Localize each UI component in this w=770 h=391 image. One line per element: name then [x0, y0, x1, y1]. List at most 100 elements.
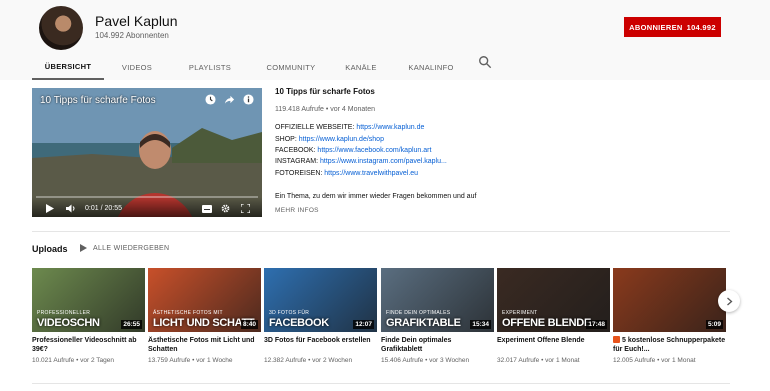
fullscreen-icon[interactable] — [241, 204, 250, 213]
video-title[interactable]: Ästhetische Fotos mit Licht und Schatten — [148, 336, 261, 354]
subtitles-icon[interactable] — [202, 205, 212, 213]
thumbnail-text: LICHT UND SCHATT — [153, 317, 255, 329]
video-meta: 15.406 Aufrufe • vor 3 Wochen — [381, 357, 470, 364]
play-all-button[interactable]: ALLE WIEDERGEBEN — [80, 244, 169, 252]
progress-bar[interactable] — [36, 196, 258, 198]
tab-videos[interactable]: VIDEOS — [104, 54, 170, 80]
video-thumbnail[interactable]: 5:09 — [613, 268, 726, 332]
video-duration: 5:09 — [705, 320, 723, 329]
video-title[interactable]: Experiment Offene Blende — [497, 336, 610, 354]
video-thumbnail[interactable]: PROFESSIONELLER VIDEOSCHN 26:55 — [32, 268, 145, 332]
channel-name: Pavel Kaplun — [95, 13, 178, 29]
video-card[interactable]: 5:09 5 kostenlose Schnupperpakete für Euc… — [613, 268, 726, 364]
more-info-link[interactable]: MEHR INFOS — [275, 207, 319, 214]
line-label: INSTAGRAM: — [275, 158, 319, 165]
video-title-text: Professioneller Videoschnitt ab 39€? — [32, 337, 137, 353]
player-time: 0:01 / 20:55 — [85, 205, 122, 212]
subscribe-count: 104.992 — [686, 22, 716, 32]
description-line-travel: FOTOREISEN: https://www.travelwithpavel.… — [275, 170, 418, 177]
featured-video-player[interactable]: 10 Tipps für scharfe Fotos 0:01 / 20:55 — [32, 88, 262, 217]
thumbnail-text: OFFENE BLENDE — [502, 317, 591, 329]
tab-playlists[interactable]: PLAYLISTS — [170, 54, 250, 80]
thumbnail-subtitle: FINDE DEIN OPTIMALES — [386, 310, 451, 316]
description-text: Ein Thema, zu dem wir immer wieder Frage… — [275, 193, 477, 200]
channel-tabs: ÜBERSICHT VIDEOS PLAYLISTS COMMUNITY KANÄLE… — [32, 54, 472, 80]
video-meta: 32.017 Aufrufe • vor 1 Monat — [497, 357, 580, 364]
instagram-link[interactable]: https://www.instagram.com/pavel.kaplu... — [320, 158, 447, 165]
play-all-label: ALLE WIEDERGEBEN — [93, 244, 170, 252]
thumbnail-text: FACEBOOK — [269, 317, 329, 329]
video-title-text: 3D Fotos für Facebook erstellen — [264, 337, 371, 344]
video-title-text: Finde Dein optimales Grafiktablett — [381, 337, 452, 353]
video-card[interactable]: 3D FOTOS FÜR FACEBOOK 12:07 3D Fotos für Fa… — [264, 268, 377, 364]
video-thumbnail[interactable]: FINDE DEIN OPTIMALES GRAFIKTABLE 15:34 — [381, 268, 494, 332]
tab-community[interactable]: COMMUNITY — [250, 54, 332, 80]
line-label: FOTOREISEN: — [275, 170, 323, 177]
settings-gear-icon[interactable] — [221, 204, 230, 213]
video-card[interactable]: FINDE DEIN OPTIMALES GRAFIKTABLE 15:34 Find… — [381, 268, 494, 364]
chevron-right-icon — [726, 297, 732, 305]
section-divider — [32, 383, 730, 384]
shop-link[interactable]: https://www.kaplun.de/shop — [299, 136, 384, 143]
featured-overlay-title: 10 Tipps für scharfe Fotos — [40, 95, 156, 106]
video-duration: 26:55 — [121, 320, 142, 329]
video-duration: 15:34 — [470, 320, 491, 329]
tab-channels[interactable]: KANÄLE — [332, 54, 390, 80]
video-title[interactable]: Finde Dein optimales Grafiktablett — [381, 336, 494, 354]
search-icon[interactable] — [478, 55, 492, 69]
channel-header: Pavel Kaplun 104.992 Abonnenten ABONNIER… — [0, 0, 770, 80]
facebook-link[interactable]: https://www.facebook.com/kaplun.art — [317, 147, 431, 154]
video-title-text: 5 kostenlose Schnupperpakete für Euch!..… — [613, 337, 726, 353]
featured-video-meta: 119.418 Aufrufe • vor 4 Monaten — [275, 106, 375, 113]
video-duration: 8:40 — [240, 320, 258, 329]
video-meta: 12.005 Aufrufe • vor 1 Monat — [613, 357, 696, 364]
subscribe-button[interactable]: ABONNIEREN 104.992 — [624, 17, 721, 37]
thumbnail-subtitle: 3D FOTOS FÜR — [269, 310, 310, 316]
description-line-website: OFFIZIELLE WEBSEITE: https://www.kaplun.… — [275, 124, 424, 131]
video-title-text: Ästhetische Fotos mit Licht und Schatten — [148, 337, 255, 353]
line-label: SHOP: — [275, 136, 297, 143]
video-title[interactable]: 5 kostenlose Schnupperpakete für Euch!..… — [613, 336, 726, 354]
description-line-facebook: FACEBOOK: https://www.facebook.com/kaplu… — [275, 147, 431, 154]
info-icon[interactable] — [243, 94, 254, 105]
gift-icon — [613, 336, 620, 343]
section-divider — [32, 231, 730, 232]
share-icon[interactable] — [224, 94, 235, 105]
description-line-shop: SHOP: https://www.kaplun.de/shop — [275, 136, 384, 143]
volume-icon[interactable] — [66, 204, 77, 213]
subscribe-label: ABONNIEREN — [629, 22, 683, 32]
play-icon[interactable] — [46, 204, 54, 213]
video-meta: 10.021 Aufrufe • vor 2 Tagen — [32, 357, 115, 364]
watch-later-icon[interactable] — [205, 94, 216, 105]
website-link[interactable]: https://www.kaplun.de — [356, 124, 424, 131]
video-card[interactable]: ÄSTHETISCHE FOTOS MIT LICHT UND SCHATT 8:4… — [148, 268, 261, 364]
video-thumbnail[interactable]: 3D FOTOS FÜR FACEBOOK 12:07 — [264, 268, 377, 332]
thumbnail-text: GRAFIKTABLE — [386, 317, 461, 329]
video-duration: 17:48 — [586, 320, 607, 329]
video-card[interactable]: PROFESSIONELLER VIDEOSCHN 26:55 Professione… — [32, 268, 145, 364]
description-line-instagram: INSTAGRAM: https://www.instagram.com/pav… — [275, 158, 447, 165]
video-title-text: Experiment Offene Blende — [497, 337, 585, 344]
video-title[interactable]: 3D Fotos für Facebook erstellen — [264, 336, 377, 354]
featured-video-title[interactable]: 10 Tipps für scharfe Fotos — [275, 87, 375, 96]
shelf-next-button[interactable] — [718, 290, 740, 312]
video-duration: 12:07 — [353, 320, 374, 329]
uploads-heading[interactable]: Uploads — [32, 244, 68, 254]
line-label: OFFIZIELLE WEBSEITE: — [275, 124, 355, 131]
video-title[interactable]: Professioneller Videoschnitt ab 39€? — [32, 336, 145, 354]
video-card[interactable]: EXPERIMENT OFFENE BLENDE 17:48 Experiment O… — [497, 268, 610, 364]
tab-overview[interactable]: ÜBERSICHT — [32, 54, 104, 80]
subscriber-count: 104.992 Abonnenten — [95, 31, 169, 40]
line-label: FACEBOOK: — [275, 147, 316, 154]
channel-avatar[interactable] — [39, 6, 83, 50]
thumbnail-subtitle: ÄSTHETISCHE FOTOS MIT — [153, 310, 223, 316]
thumbnail-subtitle: EXPERIMENT — [502, 310, 538, 316]
thumbnail-subtitle: PROFESSIONELLER — [37, 310, 91, 316]
travel-link[interactable]: https://www.travelwithpavel.eu — [324, 170, 418, 177]
overlay-actions — [205, 94, 254, 105]
video-thumbnail[interactable]: EXPERIMENT OFFENE BLENDE 17:48 — [497, 268, 610, 332]
video-meta: 12.382 Aufrufe • vor 2 Wochen — [264, 357, 353, 364]
video-thumbnail[interactable]: ÄSTHETISCHE FOTOS MIT LICHT UND SCHATT 8:4… — [148, 268, 261, 332]
tab-about[interactable]: KANALINFO — [390, 54, 472, 80]
play-all-icon — [80, 244, 87, 252]
